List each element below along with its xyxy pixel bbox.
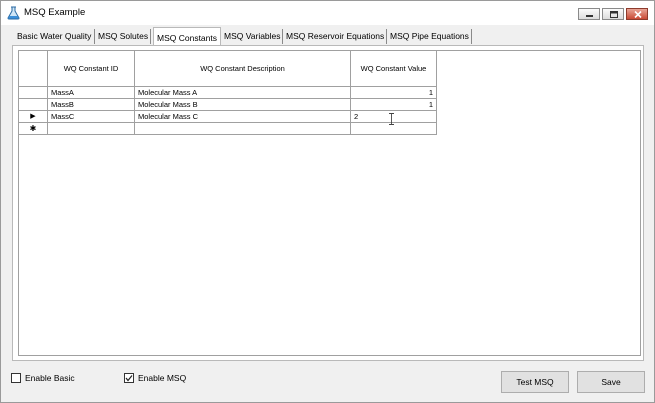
cell-constant-value-editing[interactable]: 2	[351, 111, 437, 123]
current-row-indicator-icon[interactable]: ▶	[19, 111, 48, 123]
cell-constant-id[interactable]: MassA	[48, 87, 135, 99]
enable-msq-label: Enable MSQ	[138, 373, 187, 383]
minimize-button[interactable]	[578, 8, 600, 20]
row-header[interactable]	[19, 99, 48, 111]
column-header-description[interactable]: WQ Constant Description	[135, 51, 351, 87]
cell-constant-id[interactable]: MassC	[48, 111, 135, 123]
cell-constant-id[interactable]: MassB	[48, 99, 135, 111]
title-bar[interactable]: MSQ Example	[1, 1, 654, 25]
tab-msq-solutes[interactable]: MSQ Solutes	[95, 29, 151, 44]
cell-constant-description[interactable]: Molecular Mass B	[135, 99, 351, 111]
tab-basic-water-quality[interactable]: Basic Water Quality	[14, 29, 95, 44]
tab-msq-variables[interactable]: MSQ Variables	[221, 29, 283, 44]
close-icon	[634, 11, 642, 18]
flask-icon	[7, 6, 20, 20]
new-row-cell[interactable]	[351, 123, 437, 135]
tab-label: Basic Water Quality	[17, 31, 92, 41]
close-button[interactable]	[626, 8, 648, 20]
app-window: MSQ Example Basic Water Quality MSQ Solu…	[0, 0, 655, 403]
cell-constant-value[interactable]: 1	[351, 87, 437, 99]
tab-msq-reservoir-equations[interactable]: MSQ Reservoir Equations	[283, 29, 387, 44]
cell-constant-description[interactable]: Molecular Mass A	[135, 87, 351, 99]
new-row-indicator-icon[interactable]: ✱	[19, 123, 48, 135]
constants-grid[interactable]: WQ Constant ID WQ Constant Description W…	[18, 50, 641, 356]
tab-msq-constants[interactable]: MSQ Constants	[153, 27, 221, 45]
tab-msq-pipe-equations[interactable]: MSQ Pipe Equations	[387, 29, 472, 44]
enable-basic-label: Enable Basic	[25, 373, 75, 383]
enable-msq-checkbox[interactable]	[124, 373, 134, 383]
row-header[interactable]	[19, 87, 48, 99]
checkmark-icon	[125, 375, 133, 382]
save-button[interactable]: Save	[577, 371, 645, 393]
new-row-cell[interactable]	[135, 123, 351, 135]
cell-constant-description[interactable]: Molecular Mass C	[135, 111, 351, 123]
maximize-button[interactable]	[602, 8, 624, 20]
tab-label: MSQ Variables	[224, 31, 281, 41]
window-title: MSQ Example	[24, 7, 86, 18]
enable-basic-checkbox[interactable]	[11, 373, 21, 383]
cell-constant-value[interactable]: 1	[351, 99, 437, 111]
maximize-icon	[610, 11, 618, 18]
tab-label: MSQ Pipe Equations	[390, 31, 469, 41]
column-header-value[interactable]: WQ Constant Value	[351, 51, 437, 87]
text-cursor-icon	[389, 113, 394, 125]
new-row-cell[interactable]	[48, 123, 135, 135]
column-header-id[interactable]: WQ Constant ID	[48, 51, 135, 87]
test-msq-button[interactable]: Test MSQ	[501, 371, 569, 393]
tab-label: MSQ Reservoir Equations	[286, 31, 385, 41]
enable-basic-option[interactable]: Enable Basic	[11, 372, 91, 386]
enable-msq-option[interactable]: Enable MSQ	[124, 372, 204, 386]
minimize-icon	[586, 15, 593, 17]
tab-label: MSQ Constants	[157, 33, 217, 43]
grid-corner-header[interactable]	[19, 51, 48, 87]
tab-label: MSQ Solutes	[98, 31, 149, 41]
